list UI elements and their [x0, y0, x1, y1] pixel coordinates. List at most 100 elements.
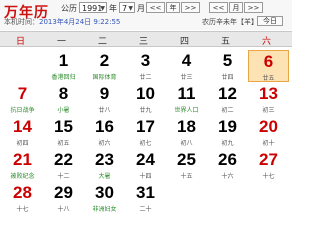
day-cell[interactable]: 14 初四 [2, 116, 43, 148]
day-number: 16 [95, 117, 114, 136]
day-cell[interactable]: 26 十六 [207, 149, 248, 181]
day-number: 5 [222, 51, 233, 70]
lunar-day-label: 被败纪念 [10, 173, 35, 180]
day-cell[interactable]: 13 初三 [248, 83, 289, 115]
lunar-day-label: 世界人口 [174, 107, 199, 114]
lunar-day-label: 初十 [262, 140, 275, 147]
day-cell[interactable]: 20 初十 [248, 116, 289, 148]
day-number: 19 [218, 117, 237, 136]
month-button[interactable]: 月 [229, 2, 243, 13]
local-time-label: 本机时间： [4, 18, 39, 26]
day-number: 23 [95, 150, 114, 169]
weekday-header: 日 一 二 三 四 五 六 [0, 31, 292, 47]
day-cell[interactable]: 1 香港回归 [43, 50, 84, 82]
lunar-day-label: 初五 [57, 140, 70, 147]
day-number: 13 [259, 84, 278, 103]
local-time-value: 2013年4月24日 9:22:55 [39, 18, 121, 26]
lunar-day-label: 大暑 [98, 173, 111, 180]
day-cell[interactable]: 10 廿九 [125, 83, 166, 115]
weekday-sun: 日 [15, 37, 25, 47]
day-cell[interactable]: 8 小暑 [43, 83, 84, 115]
day-number: 26 [218, 150, 237, 169]
year-label: 年 [109, 4, 117, 13]
lunar-day-label: 二十 [139, 206, 152, 213]
day-number: 1 [58, 51, 69, 70]
day-cell[interactable]: 23 大暑 [84, 149, 125, 181]
lunar-day-label: 十八 [57, 206, 70, 213]
day-number: 6 [263, 52, 274, 71]
day-cell[interactable]: 3 廿二 [125, 50, 166, 82]
lunar-day-label: 香港回归 [51, 74, 76, 81]
day-cell[interactable]: 12 初二 [207, 83, 248, 115]
day-number: 9 [99, 84, 110, 103]
lunar-day-label: 廿五 [262, 75, 275, 82]
lunar-day-label: 初九 [221, 140, 234, 147]
chevron-down-icon: ▼ [128, 5, 133, 12]
lunar-day-label: 国际体育 [92, 74, 117, 81]
year-select[interactable]: 1991 ▼ [79, 2, 107, 13]
day-cell[interactable]: 4 廿三 [166, 50, 207, 82]
day-cell[interactable]: 31 二十 [125, 182, 166, 214]
lunar-day-label: 初二 [221, 107, 234, 114]
month-label: 月 [137, 4, 145, 13]
day-cell[interactable]: 2 国际体育 [84, 50, 125, 82]
lunar-day-label: 廿九 [139, 107, 152, 114]
next-month-button[interactable]: >> [244, 2, 263, 13]
day-cell[interactable]: 24 十四 [125, 149, 166, 181]
day-cell[interactable]: 5 廿四 [207, 50, 248, 82]
day-number: 24 [136, 150, 155, 169]
lunar-day-label: 十七 [262, 173, 275, 180]
local-time: 本机时间：2013年4月24日 9:22:55 [4, 17, 120, 27]
day-number: 18 [177, 117, 196, 136]
lunar-day-label: 廿四 [221, 74, 234, 81]
lunar-day-label: 非洲妇女 [92, 206, 117, 213]
chevron-down-icon: ▼ [100, 5, 105, 12]
lunar-day-label: 初八 [180, 140, 193, 147]
day-cell[interactable]: 19 初九 [207, 116, 248, 148]
prev-month-button[interactable]: << [209, 2, 228, 13]
day-cell[interactable]: 17 初七 [125, 116, 166, 148]
lunar-day-label: 初七 [139, 140, 152, 147]
weekday-sat: 六 [261, 37, 271, 47]
day-number: 8 [58, 84, 69, 103]
day-number: 11 [177, 84, 196, 103]
weekday-mon: 一 [56, 37, 66, 47]
day-number: 7 [17, 84, 28, 103]
day-cell[interactable]: 16 初六 [84, 116, 125, 148]
day-number: 31 [136, 183, 155, 202]
day-number: 20 [259, 117, 278, 136]
era-label: 公历 [61, 4, 77, 13]
lunar-day-label: 小暑 [57, 107, 70, 114]
day-cell[interactable]: 30 非洲妇女 [84, 182, 125, 214]
lunar-day-label: 十六 [221, 173, 234, 180]
day-number: 15 [54, 117, 73, 136]
day-number: 28 [13, 183, 32, 202]
month-select[interactable]: 7 ▼ [119, 2, 135, 13]
lunar-day-label: 初四 [16, 140, 29, 147]
day-cell[interactable]: 11 世界人口 [166, 83, 207, 115]
lunar-day-label: 十四 [139, 173, 152, 180]
day-cell[interactable]: 18 初八 [166, 116, 207, 148]
day-cell-today[interactable]: 6 廿五 [248, 50, 289, 82]
year-button[interactable]: 年 [166, 2, 180, 13]
lunar-year-info: 农历辛未年【羊】 [202, 18, 258, 26]
day-number: 14 [13, 117, 32, 136]
day-number: 22 [54, 150, 73, 169]
day-cell[interactable]: 29 十八 [43, 182, 84, 214]
day-cell[interactable]: 28 十七 [2, 182, 43, 214]
lunar-day-label: 抗日战争 [10, 107, 35, 114]
day-cell[interactable]: 9 廿八 [84, 83, 125, 115]
day-number: 17 [136, 117, 155, 136]
day-cell[interactable]: 22 十二 [43, 149, 84, 181]
day-cell[interactable]: 25 十五 [166, 149, 207, 181]
day-cell[interactable]: 7 抗日战争 [2, 83, 43, 115]
weekday-thu: 四 [179, 37, 189, 47]
day-cell[interactable]: 27 十七 [248, 149, 289, 181]
day-cell[interactable]: 15 初五 [43, 116, 84, 148]
day-cell[interactable]: 21 被败纪念 [2, 149, 43, 181]
lunar-day-label: 廿二 [139, 74, 152, 81]
weekday-wed: 三 [138, 37, 148, 47]
today-button[interactable]: 今日 [257, 16, 283, 26]
prev-year-button[interactable]: << [146, 2, 165, 13]
next-year-button[interactable]: >> [181, 2, 200, 13]
